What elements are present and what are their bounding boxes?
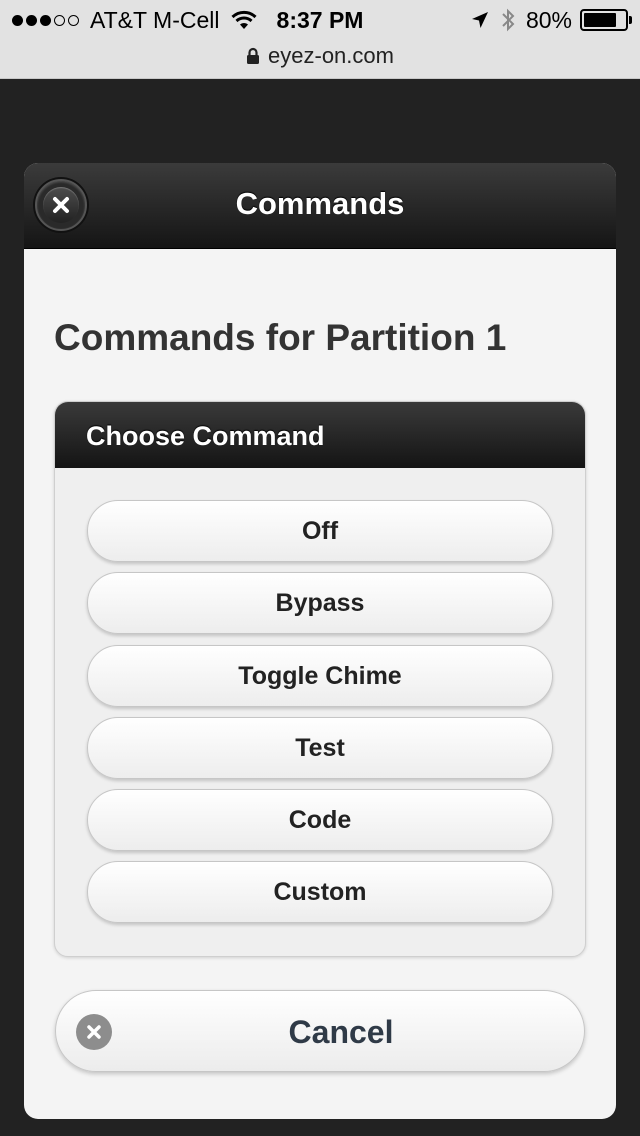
status-right: 80% — [470, 6, 632, 33]
command-panel: Choose Command Off Bypass Toggle Chime T… — [54, 401, 586, 957]
command-test-button[interactable]: Test — [87, 717, 553, 779]
url-text: eyez-on.com — [268, 43, 394, 68]
location-arrow-icon — [470, 10, 490, 30]
cancel-label: Cancel — [288, 1014, 394, 1050]
bluetooth-icon — [500, 8, 516, 32]
address-bar[interactable]: eyez-on.com — [0, 41, 640, 71]
command-off-button[interactable]: Off — [87, 500, 553, 562]
command-toggle-chime-button[interactable]: Toggle Chime — [87, 645, 553, 707]
page-title: Commands for Partition 1 — [54, 317, 507, 358]
status-bar: AT&T M-Cell 8:37 PM 80% — [0, 0, 640, 40]
battery-percent: 80% — [525, 6, 572, 33]
command-code-button[interactable]: Code — [87, 789, 553, 851]
dialog-header: Commands — [24, 163, 616, 249]
panel-title: Choose Command — [55, 402, 585, 468]
close-icon — [43, 187, 79, 223]
command-custom-button[interactable]: Custom — [87, 861, 553, 923]
battery-icon — [580, 9, 632, 31]
dialog-title: Commands — [235, 186, 405, 221]
command-bypass-button[interactable]: Bypass — [87, 572, 553, 634]
lock-icon — [246, 47, 260, 65]
battery-level — [584, 13, 616, 27]
browser-chrome: AT&T M-Cell 8:37 PM 80% eyez-on.com — [0, 0, 640, 79]
commands-dialog: Commands Commands for Partition 1 Choose… — [24, 163, 616, 1119]
close-button[interactable] — [35, 179, 87, 231]
cancel-button[interactable]: Cancel — [55, 990, 585, 1072]
battery-tip — [629, 16, 632, 24]
